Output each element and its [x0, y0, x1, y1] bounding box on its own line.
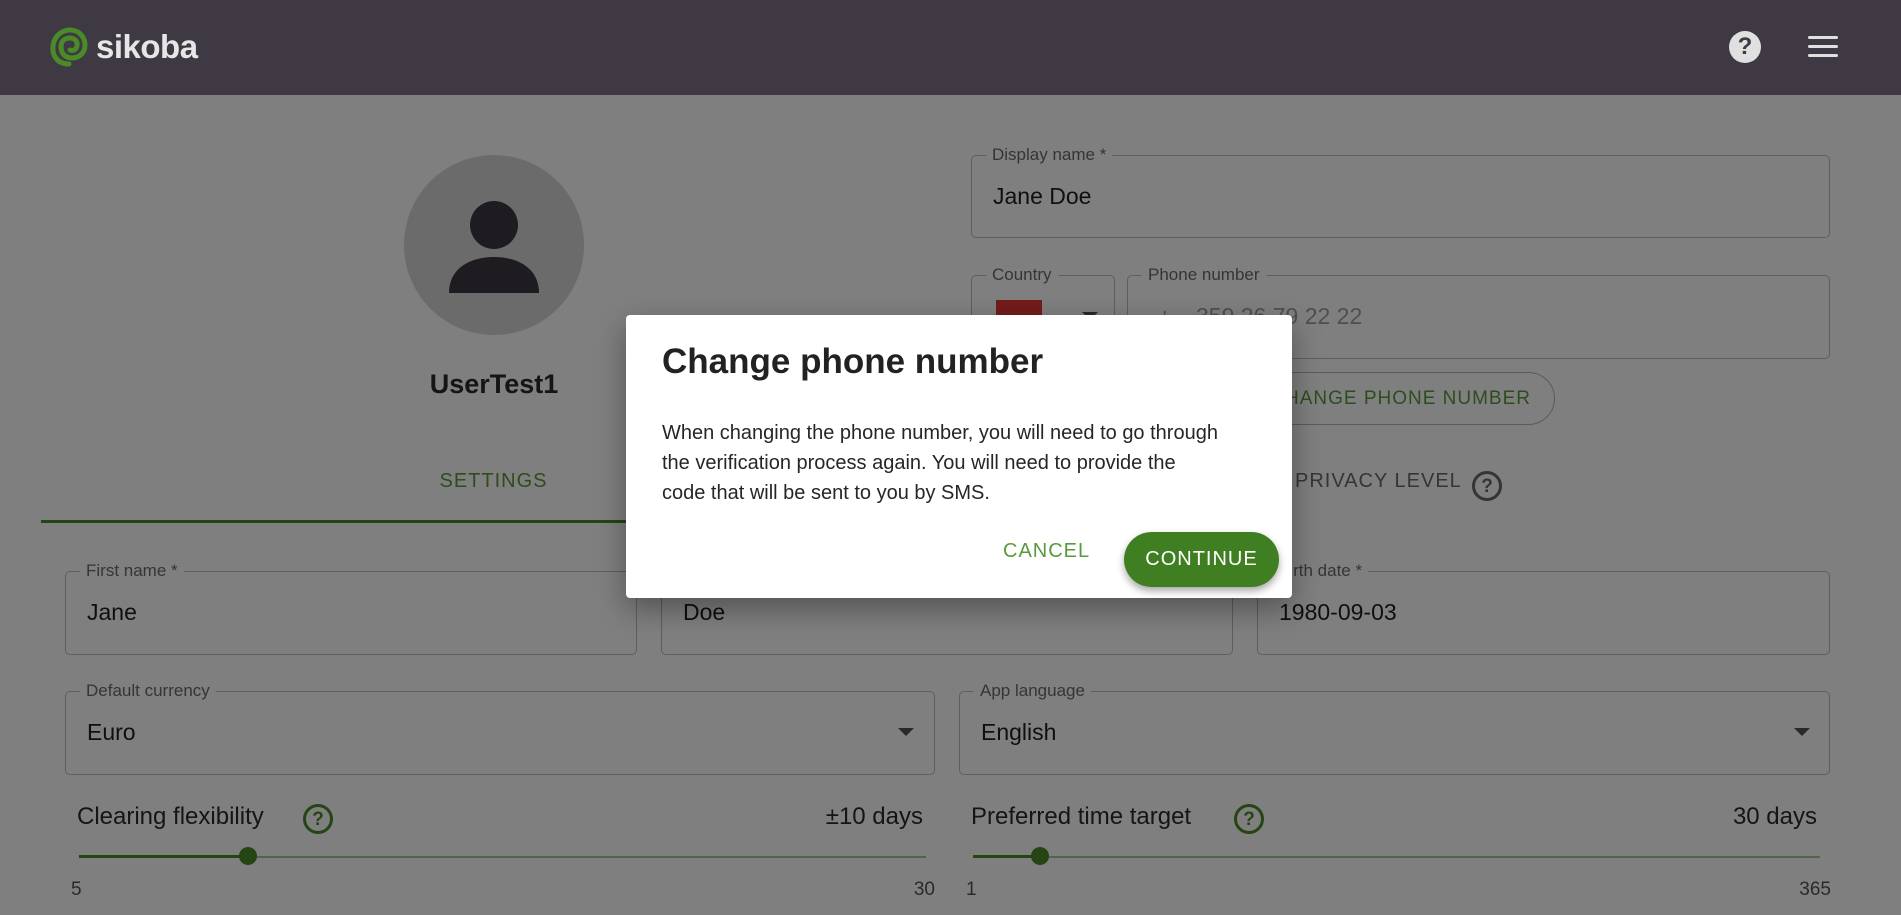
hamburger-menu-icon[interactable]	[1808, 36, 1838, 58]
cancel-button[interactable]: CANCEL	[1003, 540, 1090, 563]
continue-button[interactable]: CONTINUE	[1124, 532, 1279, 587]
spiral-logo-icon	[50, 27, 88, 67]
dialog-title: Change phone number	[662, 342, 1044, 381]
dialog-body: When changing the phone number, you will…	[662, 422, 1218, 504]
logo-text: sikoba	[96, 28, 198, 65]
change-phone-number-dialog: Change phone number When changing the ph…	[626, 315, 1292, 598]
sikoba-logo[interactable]: sikoba	[48, 26, 198, 68]
top-app-bar: sikoba ?	[0, 0, 1901, 95]
help-icon[interactable]: ?	[1729, 31, 1761, 63]
